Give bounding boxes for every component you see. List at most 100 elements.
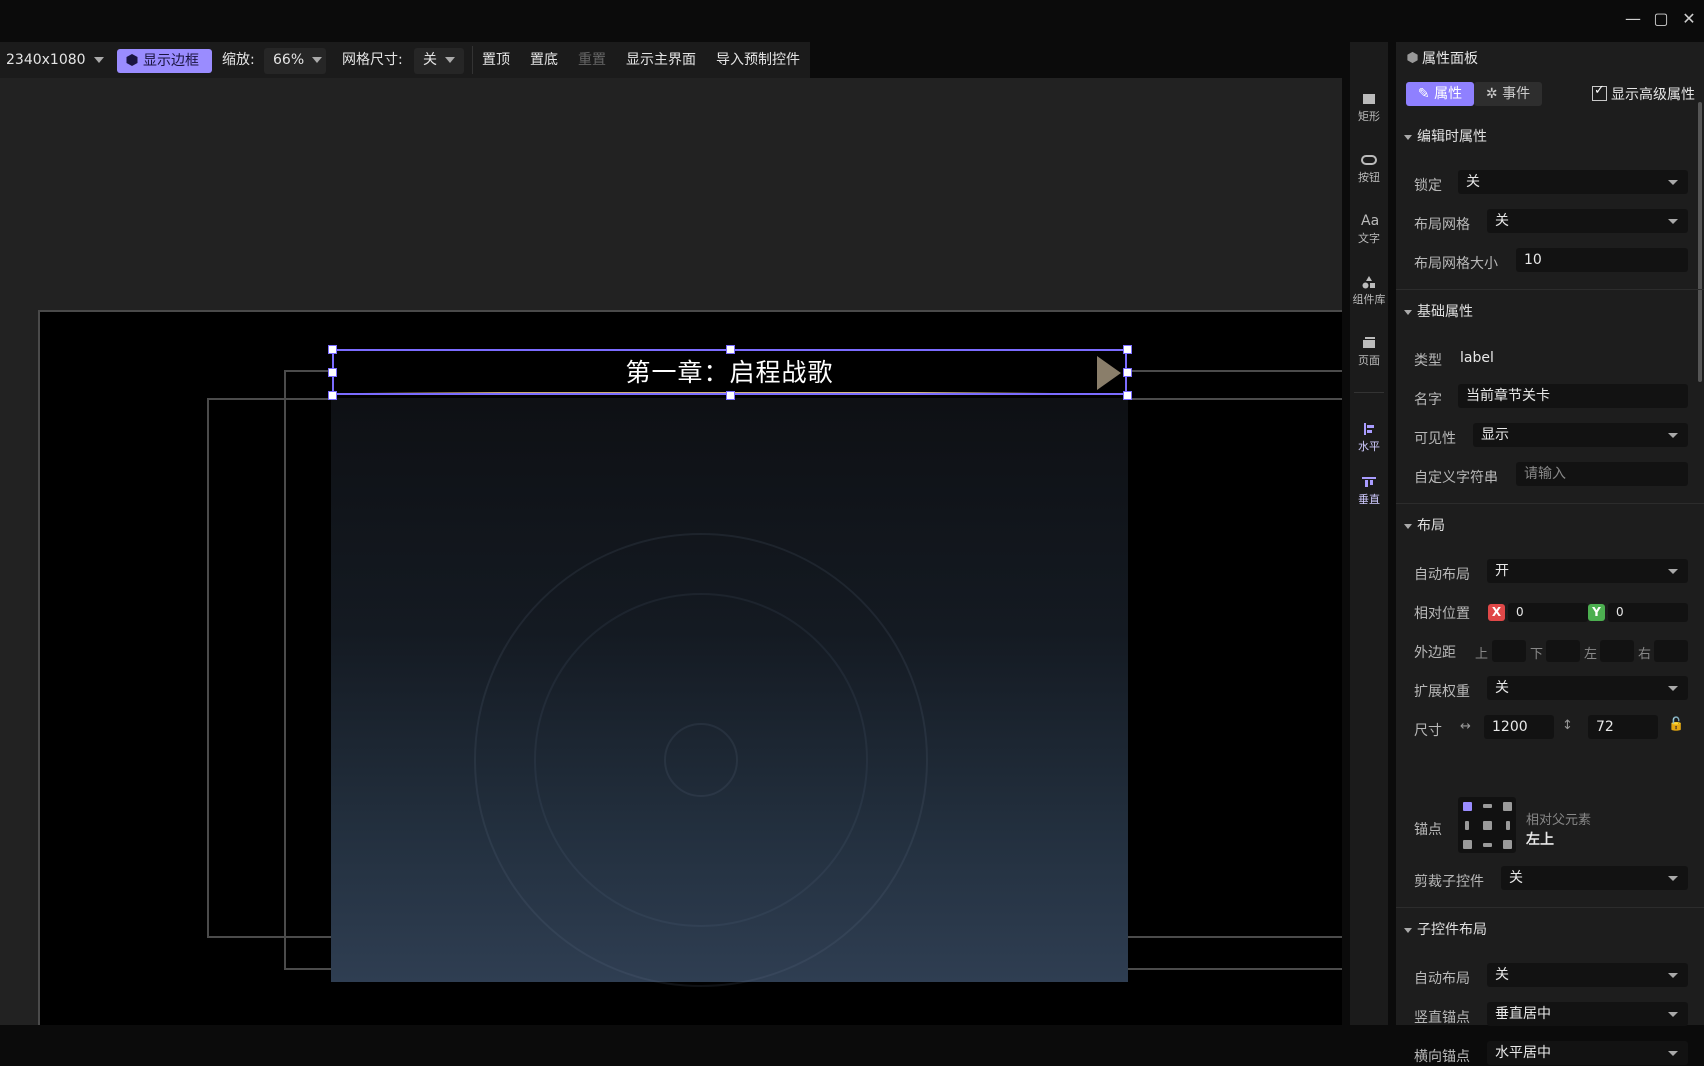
show-border-toggle[interactable]: 显示边框: [117, 49, 212, 73]
position-x-input[interactable]: 0: [1508, 603, 1588, 622]
anchor-bottom-right[interactable]: [1503, 840, 1512, 849]
lock-select[interactable]: 关: [1458, 170, 1688, 194]
show-advanced-checkbox[interactable]: 显示高级属性: [1592, 83, 1695, 104]
send-bottom-button[interactable]: 置底: [530, 42, 558, 78]
rail-vertical[interactable]: 垂直: [1350, 475, 1388, 507]
anchor-top[interactable]: [1483, 804, 1492, 808]
auto-layout-select[interactable]: 开: [1487, 559, 1688, 583]
rail-library[interactable]: 组件库: [1350, 275, 1388, 307]
width-input[interactable]: 1200: [1484, 715, 1554, 739]
grid-size-prop-label: 布局网格大小: [1414, 256, 1498, 272]
bring-top-button[interactable]: 置顶: [482, 42, 510, 78]
grid-size-input[interactable]: 10: [1516, 248, 1688, 272]
grid-size-select-text[interactable]: 关: [423, 42, 455, 78]
name-input[interactable]: 当前章节关卡: [1458, 384, 1688, 408]
show-main-button[interactable]: 显示主界面: [626, 42, 696, 78]
rail-button-label: 按钮: [1358, 171, 1380, 184]
resolution-select[interactable]: 2340x1080: [6, 42, 104, 78]
expand-weight-select[interactable]: 关: [1487, 676, 1688, 700]
clip-children-select[interactable]: 关: [1501, 866, 1688, 890]
resolution-value: 2340x1080: [6, 52, 86, 68]
cube-icon: [1407, 51, 1418, 64]
chevron-down-icon: [445, 57, 455, 63]
resize-handle[interactable]: [328, 391, 337, 400]
position-y-input[interactable]: 0: [1608, 603, 1688, 622]
height-value: 72: [1596, 719, 1614, 735]
resize-handle[interactable]: [328, 345, 337, 354]
import-prefab-button[interactable]: 导入预制控件: [716, 42, 800, 78]
rail-rect[interactable]: 矩形: [1350, 92, 1388, 124]
margin-right-input[interactable]: [1654, 640, 1688, 662]
expand-weight-label: 扩展权重: [1414, 684, 1470, 700]
show-advanced-label: 显示高级属性: [1611, 87, 1695, 103]
unlock-icon[interactable]: 🔓: [1668, 717, 1684, 732]
rail-text-label: 文字: [1358, 232, 1380, 245]
rail-page-label: 页面: [1358, 354, 1380, 367]
editor-canvas[interactable]: 第一章：启程战歌: [0, 78, 1342, 1025]
anchor-top-right[interactable]: [1503, 802, 1512, 811]
chapter-panel-background[interactable]: [331, 398, 1128, 987]
tab-events[interactable]: ✲ 事件: [1474, 82, 1542, 106]
relative-position-label: 相对位置: [1414, 606, 1470, 622]
anchor-right[interactable]: [1506, 821, 1510, 830]
vertical-anchor-select[interactable]: 垂直居中: [1487, 1002, 1688, 1026]
resize-handle[interactable]: [726, 345, 735, 354]
custom-string-input[interactable]: 请输入: [1516, 462, 1688, 486]
type-value: label: [1460, 350, 1494, 366]
rail-horizontal[interactable]: 水平: [1350, 422, 1388, 454]
resize-handle[interactable]: [726, 391, 735, 400]
tab-properties[interactable]: ✎ 属性: [1406, 82, 1474, 106]
rail-button[interactable]: 按钮: [1350, 153, 1388, 185]
clip-children-value: 关: [1509, 870, 1523, 886]
auto-layout-value: 开: [1495, 563, 1509, 579]
zoom-select-text[interactable]: 66%: [273, 42, 323, 78]
clip-children-label: 剪裁子控件: [1414, 874, 1484, 890]
resize-handle[interactable]: [1123, 368, 1132, 377]
chevron-down-icon: [1668, 876, 1678, 881]
resize-handle[interactable]: [1123, 345, 1132, 354]
maximize-icon[interactable]: ▢: [1648, 6, 1674, 32]
toolbar-divider: [472, 46, 473, 74]
resize-handle[interactable]: [1123, 391, 1132, 400]
section-basic[interactable]: 基础属性: [1404, 301, 1473, 321]
minimize-icon[interactable]: —: [1620, 6, 1646, 32]
x-axis-icon: X: [1488, 604, 1505, 621]
resize-handle[interactable]: [328, 368, 337, 377]
lock-value: 关: [1466, 174, 1480, 190]
anchor-bottom[interactable]: [1483, 843, 1492, 847]
anchor-picker[interactable]: [1458, 797, 1516, 853]
layout-grid-select[interactable]: 关: [1487, 209, 1688, 233]
close-icon[interactable]: ✕: [1676, 6, 1702, 32]
scrollbar[interactable]: [1698, 102, 1702, 382]
margin-top-input[interactable]: [1492, 640, 1526, 662]
chevron-down-icon: [1404, 927, 1412, 933]
button-icon: [1361, 155, 1377, 165]
anchor-label: 锚点: [1414, 822, 1442, 838]
reset-button[interactable]: 重置: [578, 42, 606, 78]
height-input[interactable]: 72: [1588, 715, 1658, 739]
chevron-down-icon: [1668, 686, 1678, 691]
section-edit-time-title: 编辑时属性: [1417, 129, 1487, 145]
width-icon: ↔: [1460, 719, 1471, 734]
visibility-select[interactable]: 显示: [1473, 423, 1688, 447]
margin-left-label: 左: [1584, 647, 1598, 662]
rail-text[interactable]: Aa 文字: [1350, 214, 1388, 246]
rail-page[interactable]: 页面: [1350, 336, 1388, 368]
margin-left-input[interactable]: [1600, 640, 1634, 662]
rail-vertical-label: 垂直: [1358, 493, 1380, 506]
section-layout[interactable]: 布局: [1404, 515, 1445, 535]
anchor-center[interactable]: [1483, 821, 1492, 830]
anchor-bottom-left[interactable]: [1463, 840, 1472, 849]
anchor-top-left[interactable]: [1463, 802, 1472, 811]
chevron-down-icon: [1668, 433, 1678, 438]
selection-box: [332, 349, 1127, 395]
grid-size-input-value: 10: [1524, 252, 1542, 268]
child-auto-layout-select[interactable]: 关: [1487, 963, 1688, 987]
horizontal-anchor-select[interactable]: 水平居中: [1487, 1041, 1688, 1065]
anchor-left[interactable]: [1465, 821, 1469, 830]
size-label: 尺寸: [1414, 723, 1442, 739]
chevron-down-icon: [1668, 1012, 1678, 1017]
section-child-layout[interactable]: 子控件布局: [1404, 919, 1487, 939]
section-edit-time[interactable]: 编辑时属性: [1404, 126, 1487, 146]
margin-bottom-input[interactable]: [1546, 640, 1580, 662]
